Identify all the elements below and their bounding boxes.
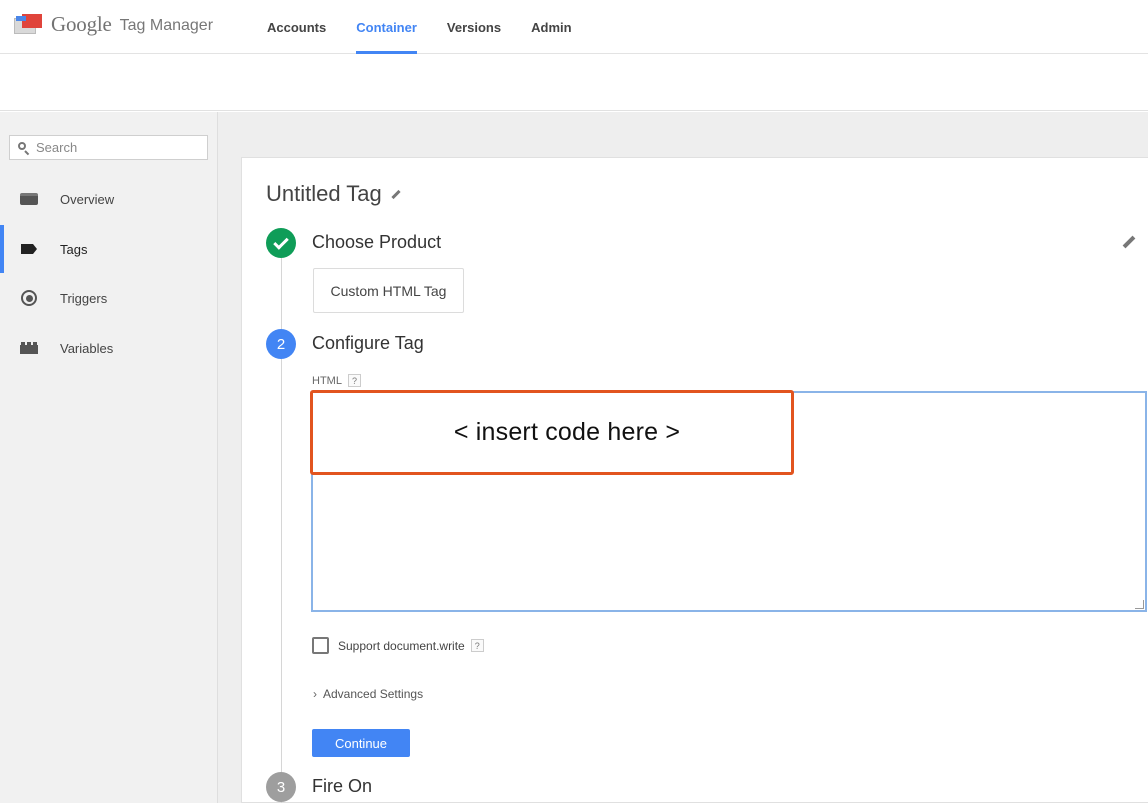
gtm-logo-icon (14, 13, 42, 36)
help-icon[interactable]: ? (470, 639, 484, 652)
tab-accounts[interactable]: Accounts (252, 0, 341, 54)
sidebar-item-label: Overview (60, 191, 115, 207)
step-complete-check-icon (266, 228, 296, 258)
sidebar-item-label: Variables (60, 340, 114, 356)
sidebar-item-label: Triggers (60, 290, 108, 306)
advanced-settings-toggle[interactable]: › Advanced Settings (313, 687, 423, 701)
tag-title-text: Untitled Tag (266, 181, 382, 206)
continue-button[interactable]: Continue (312, 729, 410, 757)
insert-code-callout: < insert code here > (310, 390, 794, 475)
search-placeholder: Search (36, 140, 78, 155)
tag-icon (20, 242, 38, 256)
html-field-label: HTML ? (312, 374, 361, 387)
overview-icon (20, 192, 38, 206)
support-document-write-checkbox[interactable] (312, 637, 329, 654)
support-document-write-label: Support document.write (338, 638, 465, 653)
step-number-badge: 2 (266, 329, 296, 359)
step-number-badge: 3 (266, 772, 296, 802)
top-bar: Google Tag Manager Accounts Container Ve… (0, 0, 1148, 54)
sidebar-item-overview[interactable]: Overview (0, 175, 217, 223)
sidebar-item-tags[interactable]: Tags (0, 225, 217, 273)
help-icon[interactable]: ? (347, 374, 361, 387)
step-title-choose-product: Choose Product (312, 232, 442, 252)
step-title-configure-tag: Configure Tag (312, 333, 424, 353)
chevron-right-icon: › (313, 687, 317, 701)
tab-admin[interactable]: Admin (516, 0, 586, 54)
trigger-icon (20, 290, 38, 306)
html-label-text: HTML (312, 374, 342, 387)
resize-handle-icon[interactable] (1135, 600, 1144, 609)
main-nav: Accounts Container Versions Admin (252, 0, 587, 54)
edit-title-pencil-icon[interactable] (391, 189, 401, 199)
advanced-settings-label: Advanced Settings (323, 687, 424, 701)
gtm-logo[interactable]: Google Tag Manager (14, 12, 213, 37)
sidebar-item-label: Tags (60, 241, 88, 257)
tab-container[interactable]: Container (341, 0, 432, 54)
search-input[interactable]: Search (9, 135, 208, 160)
tab-versions[interactable]: Versions (432, 0, 516, 54)
sub-header-bar (0, 55, 1148, 111)
logo-google-text: Google (51, 12, 112, 36)
search-icon (18, 141, 30, 155)
support-document-write-row: Support document.write ? (312, 637, 484, 654)
product-selection[interactable]: Custom HTML Tag (313, 268, 464, 313)
tag-title[interactable]: Untitled Tag (266, 181, 401, 207)
logo-product-text: Tag Manager (119, 17, 214, 34)
variables-icon (20, 341, 38, 355)
sidebar-item-triggers[interactable]: Triggers (0, 274, 217, 322)
sidebar-item-variables[interactable]: Variables (0, 324, 217, 372)
step-title-fire-on: Fire On (312, 776, 373, 796)
sidebar: Search Overview Tags Triggers Variables (0, 112, 218, 803)
insert-code-callout-text: < insert code here > (453, 418, 681, 446)
